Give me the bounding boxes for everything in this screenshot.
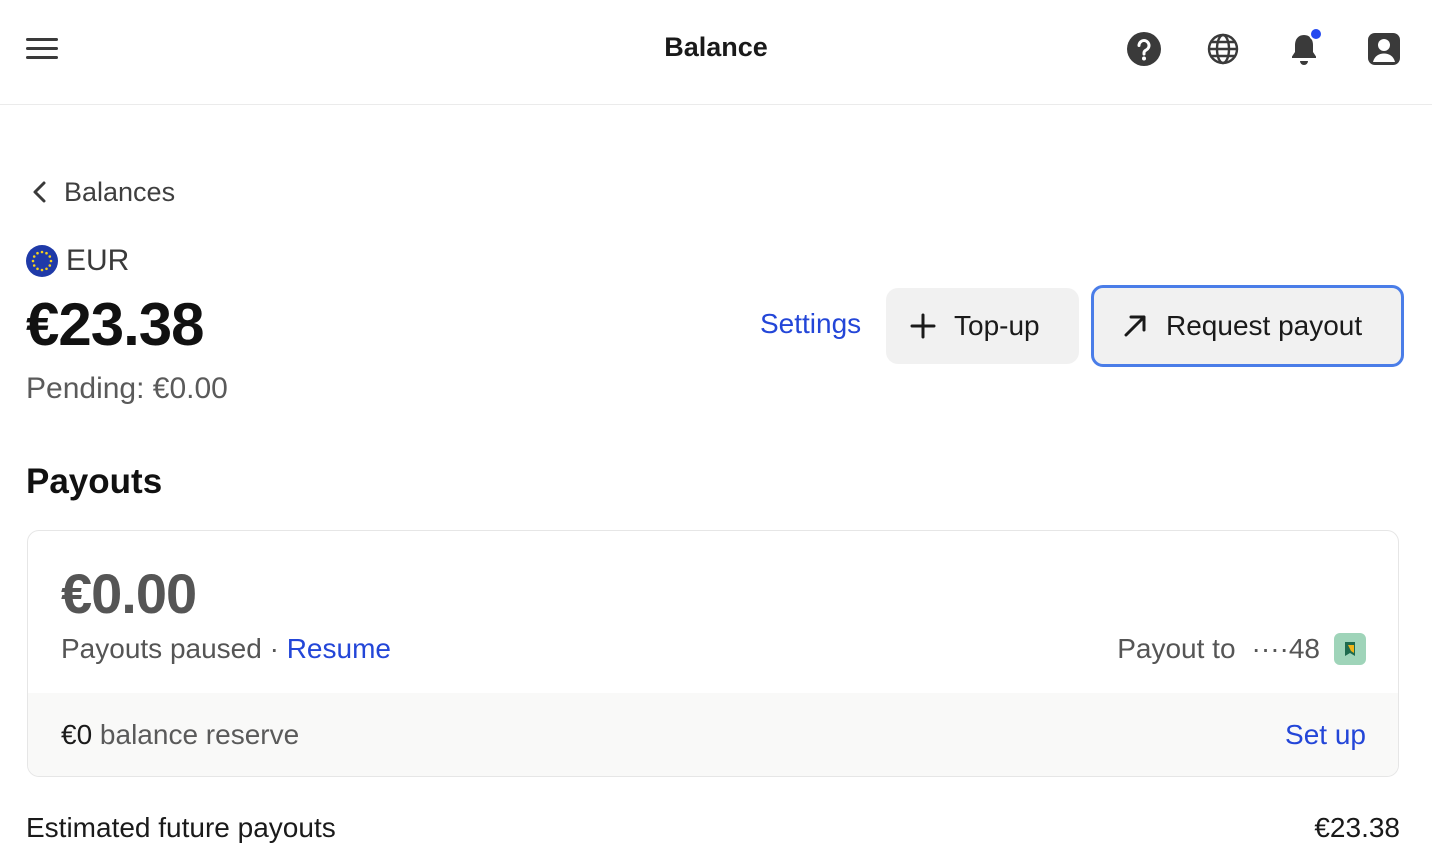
resume-link[interactable]: Resume [287,633,391,664]
notification-dot [1309,27,1323,41]
future-payouts-label: Estimated future payouts [26,812,336,843]
payout-card: €0.00 Payouts paused · Resume Payout to … [27,530,1399,777]
future-payouts-value: €23.38 [1314,812,1400,843]
account-mask: ····48 [1251,633,1320,664]
back-label: Balances [64,176,176,207]
payout-amount: €0.00 [61,562,197,625]
request-payout-button[interactable]: Request payout [1091,285,1404,367]
arrow-up-right-icon [1124,315,1146,337]
payout-to-label: Payout to [1117,633,1236,664]
settings-link[interactable]: Settings [760,308,861,340]
setup-reserve-link[interactable]: Set up [1285,719,1366,751]
eu-flag-icon [26,245,58,277]
chevron-left-icon [33,181,46,203]
reserve-text: €0 balance reserve [61,719,299,751]
globe-icon[interactable] [1204,30,1242,68]
reserve-label: balance reserve [92,719,300,750]
bell-icon[interactable] [1285,27,1323,68]
account-icon[interactable] [1365,30,1403,68]
balance-amount: €23.38 [26,291,205,358]
balance-reserve-bar: €0 balance reserve Set up [28,693,1398,776]
pending-amount: Pending: €0.00 [26,372,228,405]
request-payout-label: Request payout [1166,310,1363,341]
payout-status-text: Payouts paused · [61,633,287,664]
bank-logo-icon [1334,633,1366,665]
payout-destination[interactable]: Payout to ····48 [1117,633,1366,665]
help-icon[interactable] [1125,30,1163,68]
top-bar: Balance [0,0,1432,105]
payouts-heading: Payouts [26,462,163,501]
currency-header: EUR [26,244,129,278]
payout-status: Payouts paused · Resume [61,633,391,665]
reserve-amount: €0 [61,719,93,750]
back-to-balances-link[interactable]: Balances [30,174,175,210]
topup-label: Top-up [954,310,1040,341]
currency-code: EUR [66,244,130,277]
plus-icon [910,313,936,339]
topup-button[interactable]: Top-up [886,288,1079,364]
